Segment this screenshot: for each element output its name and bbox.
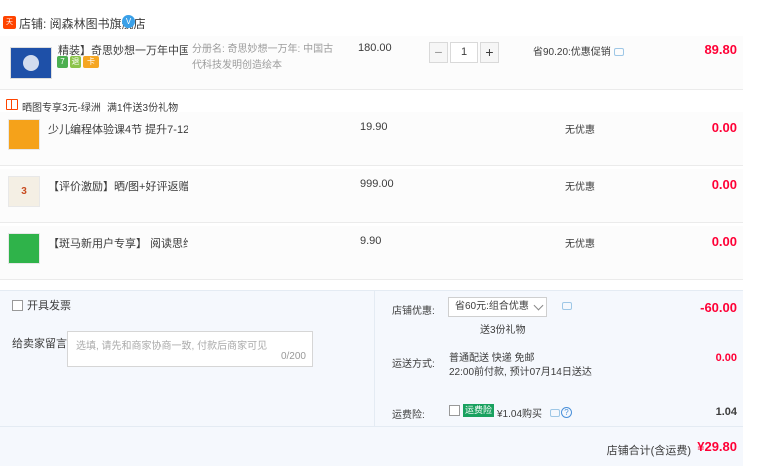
service-badges: 7退卡 — [57, 56, 101, 70]
gift-subtotal: 0.00 — [711, 234, 737, 249]
gift-price: 9.90 — [360, 235, 382, 247]
shipping-line-1: 普通配送 快递 免邮 — [449, 353, 535, 364]
chat-bubble-icon[interactable] — [562, 302, 572, 310]
store-total-label: 店铺合计(含运费) — [606, 445, 691, 457]
gift-item: 少儿编程体验课4节 提升7-12... 19.90 无优惠 0.00 — [0, 112, 743, 166]
gift-item: 【斑马新用户专享】 阅读思维... 9.90 无优惠 0.00 — [0, 226, 743, 280]
gift-price: 19.90 — [360, 121, 388, 133]
gift-price: 999.00 — [360, 178, 394, 190]
summary-divider — [374, 291, 375, 427]
product-thumbnail[interactable] — [10, 47, 52, 79]
item-discount: 省90.20:优惠促销 — [533, 43, 624, 58]
insurance-checkbox[interactable] — [449, 405, 460, 416]
store-total-amount: ¥29.80 — [697, 439, 737, 454]
coupon-gift-note: 送3份礼物 — [480, 325, 526, 336]
gift-thumbnail[interactable] — [8, 233, 40, 264]
invoice-label: 开具发票 — [27, 300, 71, 312]
question-mark-icon[interactable]: ? — [561, 407, 572, 419]
quantity-decrease-button[interactable]: − — [429, 42, 448, 63]
card-payment-icon: 卡 — [83, 56, 99, 68]
insurance-tag: 运费险 — [463, 404, 495, 417]
sku-line-2: 代科技发明创造绘本 — [192, 60, 282, 71]
gift-subtotal: 0.00 — [711, 120, 737, 135]
discount-text: 省90.20:优惠促销 — [533, 47, 611, 58]
insurance-help-icons: ? — [547, 405, 572, 419]
message-placeholder: 选填, 请先和商家协商一致, 付款后商家可见 — [76, 341, 268, 352]
sku-line-1: 分册名: 奇思妙想一万年: 中国古 — [192, 44, 334, 55]
gift-thumbnail[interactable]: 3 — [8, 176, 40, 207]
insurance-price: ¥1.04购买 — [497, 409, 543, 420]
product-sku: 分册名: 奇思妙想一万年: 中国古 代科技发明创造绘本 — [192, 42, 342, 74]
invoice-checkbox[interactable] — [12, 299, 23, 311]
coupon-selected-value: 省60元:组合优惠 — [455, 301, 529, 312]
tmall-badge-icon: 天猫 — [3, 16, 16, 39]
shipping-line-2: 22:00前付款, 预计07月14日送达 — [449, 367, 592, 378]
order-summary-panel: 开具发票 给卖家留言: 选填, 请先和商家协商一致, 付款后商家可见 0/200… — [0, 290, 743, 427]
coupon-amount: -60.00 — [700, 300, 737, 315]
quantity-input[interactable]: 1 — [450, 42, 478, 63]
gift-thumbnail[interactable] — [8, 119, 40, 150]
message-label: 给卖家留言: — [12, 338, 71, 350]
coupon-label: 店铺优惠: — [392, 306, 435, 317]
chevron-down-icon — [533, 300, 544, 311]
seller-message-input[interactable]: 选填, 请先和商家协商一致, 付款后商家可见 0/200 — [67, 331, 313, 367]
store-total-bar: 店铺合计(含运费) ¥29.80 — [0, 426, 743, 466]
gift-box-icon — [6, 99, 18, 110]
gift-discount: 无优惠 — [565, 125, 595, 136]
gift-discount: 无优惠 — [565, 239, 595, 250]
insurance-amount: 1.04 — [715, 406, 737, 418]
refund-guarantee-icon: 退 — [70, 56, 81, 68]
verified-shop-icon: V — [122, 15, 135, 28]
seven-day-return-icon: 7 — [57, 56, 68, 68]
shipping-label: 运送方式: — [392, 359, 435, 370]
invoice-option[interactable]: 开具发票 — [12, 297, 71, 313]
unit-price: 180.00 — [358, 42, 392, 54]
chat-bubble-icon[interactable] — [550, 408, 560, 417]
quantity-increase-button[interactable]: + — [480, 42, 499, 63]
gift-title[interactable]: 【评价激励】晒/图+好评返赠3... — [48, 178, 188, 194]
gift-discount: 无优惠 — [565, 182, 595, 193]
shop-header: 天猫 店铺: 阅森林图书旗舰店 V — [0, 0, 763, 39]
gift-subtotal: 0.00 — [711, 177, 737, 192]
gift-item: 3 【评价激励】晒/图+好评返赠3... 999.00 无优惠 0.00 — [0, 169, 743, 223]
quantity-stepper: − 1 + — [429, 42, 499, 63]
gift-title[interactable]: 【斑马新用户专享】 阅读思维... — [48, 235, 188, 251]
shipping-amount: 0.00 — [715, 352, 737, 364]
item-subtotal: 89.80 — [704, 42, 737, 57]
shipping-method: 普通配送 快递 免邮 22:00前付款, 预计07月14日送达 — [449, 352, 592, 380]
gift-title[interactable]: 少儿编程体验课4节 提升7-12... — [48, 121, 188, 137]
cart-item-main: 精装】奇思妙想一万年中国古代... 7退卡 分册名: 奇思妙想一万年: 中国古 … — [0, 36, 743, 90]
message-char-counter: 0/200 — [280, 351, 306, 362]
chat-bubble-icon[interactable] — [613, 48, 624, 57]
store-coupon-select[interactable]: 省60元:组合优惠 — [448, 297, 547, 317]
insurance-label: 运费险: — [392, 410, 425, 421]
